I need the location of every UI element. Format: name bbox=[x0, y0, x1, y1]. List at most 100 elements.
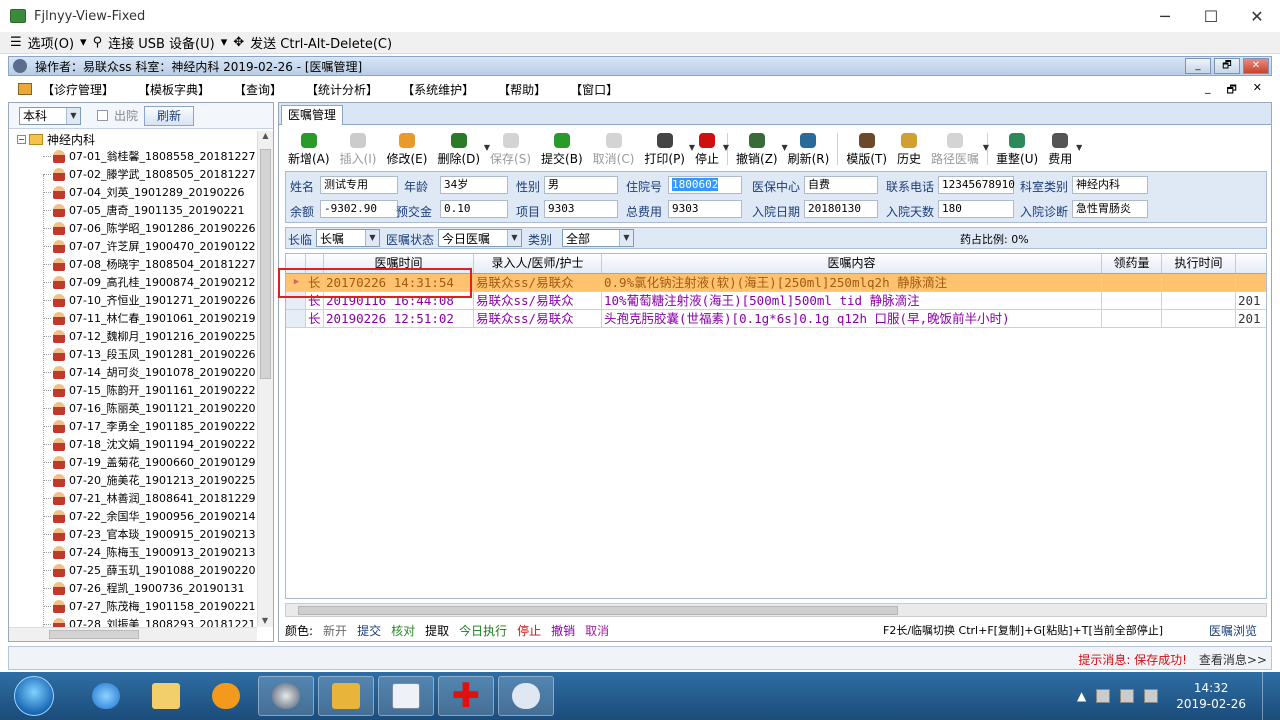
phone-field[interactable]: 12345678910 bbox=[938, 176, 1015, 194]
order-row[interactable]: 长 20190226 12:51:02 易联众ss/易联众 头孢克肟胶囊(世福素)[0… bbox=[286, 310, 1266, 328]
patient-node[interactable]: 07-25_薛玉玑_1901088_20190220 bbox=[9, 561, 257, 579]
order-state-combo[interactable]: 今日医嘱 ▼ bbox=[438, 229, 522, 247]
patient-node[interactable]: 07-20_施美花_1901213_20190225 bbox=[9, 471, 257, 489]
minimize-button[interactable]: ─ bbox=[1142, 0, 1188, 32]
volume-icon[interactable] bbox=[1144, 689, 1159, 703]
patient-node[interactable]: 07-28_刘振美_1808293_20181221 bbox=[9, 615, 257, 627]
patient-node[interactable]: 07-11_林仁春_1901061_20190219 bbox=[9, 309, 257, 327]
col-order-content[interactable]: 医嘱内容 bbox=[602, 254, 1102, 273]
menu-system[interactable]: 【系统维护】 bbox=[402, 81, 474, 98]
category-combo[interactable]: 全部 ▼ bbox=[562, 229, 634, 247]
add-button[interactable]: 新增(A) bbox=[283, 129, 335, 167]
chevron-down-icon[interactable]: ▼ bbox=[983, 143, 989, 152]
child-restore-button[interactable]: 🗗 bbox=[1226, 81, 1236, 100]
tree-hscrollbar[interactable] bbox=[9, 627, 257, 641]
scroll-thumb[interactable] bbox=[49, 630, 139, 639]
document-app-icon[interactable] bbox=[378, 676, 434, 716]
diagnosis-field[interactable]: 急性胃肠炎 bbox=[1072, 200, 1148, 218]
patient-node[interactable]: 07-16_陈丽英_1901121_20190220 bbox=[9, 399, 257, 417]
view-messages-link[interactable]: 查看消息>> bbox=[1199, 651, 1267, 668]
menu-templates[interactable]: 【模板字典】 bbox=[138, 81, 210, 98]
patient-node[interactable]: 07-21_林善润_1808641_20181229 bbox=[9, 489, 257, 507]
tray-expand-icon[interactable]: ▲ bbox=[1077, 689, 1086, 703]
tree-root[interactable]: − 神经内科 bbox=[9, 131, 257, 147]
item-field[interactable]: 9303 bbox=[544, 200, 618, 218]
history-button[interactable]: 历史 bbox=[892, 129, 926, 167]
patient-node[interactable]: 07-27_陈茂梅_1901158_20190221 bbox=[9, 597, 257, 615]
menu-help[interactable]: 【帮助】 bbox=[498, 81, 546, 98]
patient-node[interactable]: 07-26_程凯_1900736_20190131 bbox=[9, 579, 257, 597]
print-button[interactable]: 打印(P) ▼ bbox=[639, 129, 695, 167]
patient-node[interactable]: 07-05_唐奇_1901135_20190221 bbox=[9, 201, 257, 219]
admission-date-field[interactable]: 20180130 bbox=[804, 200, 878, 218]
delete-button[interactable]: 删除(D) ▼ bbox=[432, 129, 490, 167]
patient-node[interactable]: 07-13_段玉凤_1901281_20190226 bbox=[9, 345, 257, 363]
patient-node[interactable]: 07-10_齐恒业_1901271_20190226 bbox=[9, 291, 257, 309]
explorer-icon[interactable] bbox=[138, 676, 194, 716]
chevron-down-icon[interactable]: ▼ bbox=[723, 143, 729, 152]
insert-button[interactable]: 插入(I) bbox=[335, 129, 382, 167]
pathway-button[interactable]: 路径医嘱 ▼ bbox=[926, 129, 989, 167]
close-button[interactable]: ✕ bbox=[1234, 0, 1280, 32]
child-close-button[interactable]: ✕ bbox=[1253, 81, 1262, 100]
patient-node[interactable]: 07-06_陈学昭_1901286_20190226 bbox=[9, 219, 257, 237]
tray-app-icon[interactable] bbox=[1120, 689, 1135, 703]
name-field[interactable]: 测试专用 bbox=[320, 176, 398, 194]
template-button[interactable]: 模版(T) bbox=[841, 129, 892, 167]
sql-app-icon[interactable] bbox=[318, 676, 374, 716]
child-minimize-button[interactable]: _ bbox=[1205, 81, 1211, 100]
submit-button[interactable]: 提交(B) bbox=[536, 129, 588, 167]
chevron-down-icon[interactable]: ▾ bbox=[80, 35, 87, 50]
mdi-minimize-button[interactable]: _ bbox=[1185, 58, 1211, 74]
menu-clinic[interactable]: 【诊疗管理】 bbox=[42, 81, 114, 98]
inpatient-no-field[interactable]: 1800602 bbox=[668, 176, 742, 194]
order-browse-link[interactable]: 医嘱浏览 bbox=[1209, 622, 1257, 639]
sex-field[interactable]: 男 bbox=[544, 176, 618, 194]
long-temp-combo[interactable]: 长嘱 ▼ bbox=[316, 229, 380, 247]
dept-type-field[interactable]: 神经内科 bbox=[1072, 176, 1148, 194]
total-cost-field[interactable]: 9303 bbox=[668, 200, 742, 218]
scroll-thumb[interactable] bbox=[260, 149, 271, 379]
show-desktop-button[interactable] bbox=[1262, 672, 1272, 720]
patient-node[interactable]: 07-12_魏柳月_1901216_20190225 bbox=[9, 327, 257, 345]
patient-node[interactable]: 07-09_高孔桂_1900874_20190212 bbox=[9, 273, 257, 291]
menu-statistics[interactable]: 【统计分析】 bbox=[306, 81, 378, 98]
hamburger-icon[interactable]: ☰ bbox=[10, 35, 22, 50]
patient-node[interactable]: 07-23_官本琰_1900915_20190213 bbox=[9, 525, 257, 543]
media-player-icon[interactable] bbox=[198, 676, 254, 716]
tab-orders[interactable]: 医嘱管理 bbox=[281, 105, 344, 125]
col-exec-time[interactable]: 执行时间 bbox=[1162, 254, 1236, 273]
patient-node[interactable]: 07-07_许芝屏_1900470_20190122 bbox=[9, 237, 257, 255]
col-dispense-qty[interactable]: 领药量 bbox=[1102, 254, 1162, 273]
dept-combo[interactable]: 本科 ▼ bbox=[19, 106, 81, 125]
chevron-down-icon[interactable]: ▾ bbox=[221, 35, 228, 50]
patient-node[interactable]: 07-04_刘英_1901289_20190226 bbox=[9, 183, 257, 201]
stop-button[interactable]: 停止 ▼ bbox=[690, 129, 729, 167]
compass-app-icon[interactable] bbox=[258, 676, 314, 716]
tree-vscrollbar[interactable]: ▲ ▼ bbox=[257, 131, 273, 627]
menu-query[interactable]: 【查询】 bbox=[234, 81, 282, 98]
patient-node[interactable]: 07-18_沈文娟_1901194_20190222 bbox=[9, 435, 257, 453]
chevron-down-icon[interactable]: ▼ bbox=[1076, 143, 1082, 152]
ie-icon[interactable] bbox=[78, 676, 134, 716]
patient-node[interactable]: 07-02_滕学武_1808505_20181227 bbox=[9, 165, 257, 183]
refresh-tree-button[interactable]: 刷新 bbox=[144, 105, 195, 126]
mdi-close-button[interactable]: ✕ bbox=[1243, 58, 1269, 74]
start-button[interactable] bbox=[14, 676, 54, 716]
balance-field[interactable]: -9302.90 bbox=[320, 200, 398, 218]
collapse-icon[interactable]: − bbox=[17, 134, 26, 144]
cost-button[interactable]: 费用 ▼ bbox=[1043, 129, 1082, 167]
col-entered-by[interactable]: 录入人/医师/护士 bbox=[474, 254, 602, 273]
days-field[interactable]: 180 bbox=[938, 200, 1014, 218]
insurance-field[interactable]: 自费 bbox=[804, 176, 878, 194]
edit-button[interactable]: 修改(E) bbox=[381, 129, 432, 167]
network-icon[interactable] bbox=[1096, 689, 1111, 703]
patient-node[interactable]: 07-24_陈梅玉_1900913_20190213 bbox=[9, 543, 257, 561]
cancel-button[interactable]: 取消(C) bbox=[588, 129, 640, 167]
reorganize-button[interactable]: 重整(U) bbox=[991, 129, 1043, 167]
save-button[interactable]: 保存(S) bbox=[485, 129, 536, 167]
discharge-checkbox[interactable] bbox=[97, 110, 108, 121]
patient-node[interactable]: 07-17_李勇全_1901185_20190222 bbox=[9, 417, 257, 435]
patient-node[interactable]: 07-22_余国华_1900956_20190214 bbox=[9, 507, 257, 525]
send-cad-menu[interactable]: 发送 Ctrl-Alt-Delete(C) bbox=[250, 33, 392, 52]
